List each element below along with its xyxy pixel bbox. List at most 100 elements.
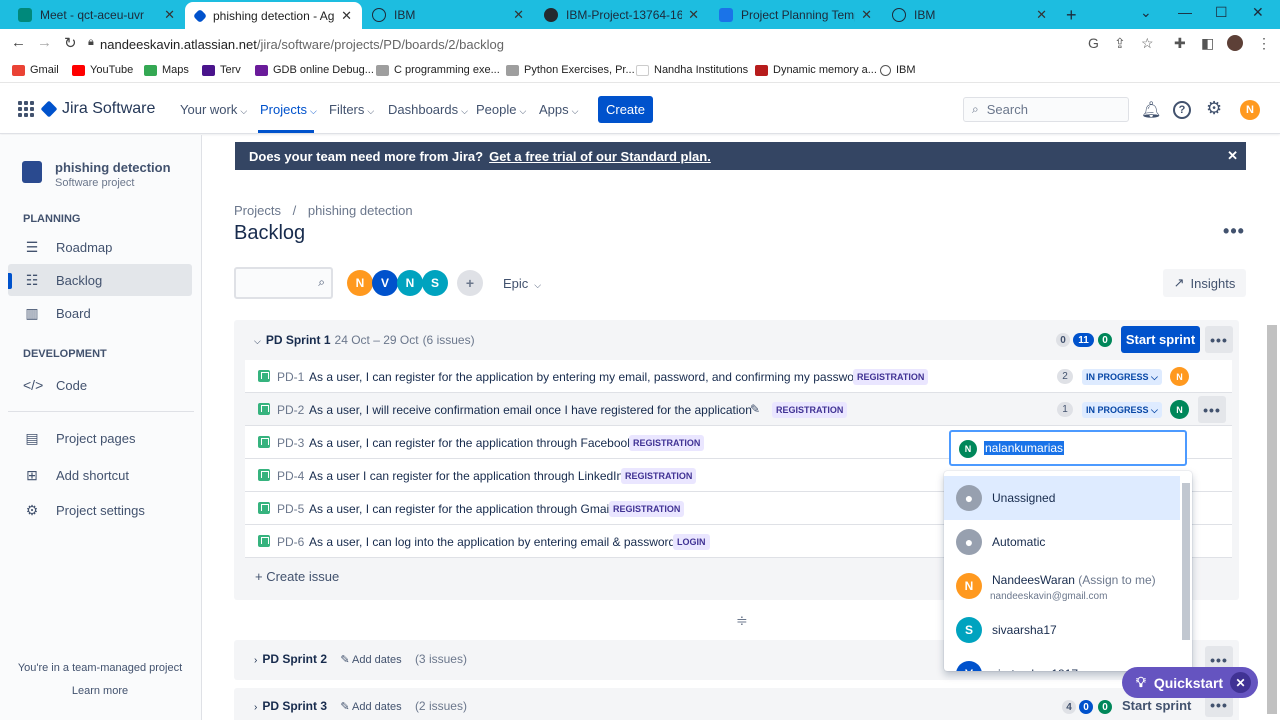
epic-lozenge[interactable]: REGISTRATION [772, 402, 848, 418]
sidebar-item-code[interactable]: </> Code [8, 369, 192, 401]
sidepanel-icon[interactable]: ◧ [1201, 35, 1214, 52]
epic-lozenge[interactable]: REGISTRATION [621, 468, 697, 484]
browser-tab-meet[interactable]: Meet - qct-aceu-uvr ✕ [8, 0, 185, 29]
start-sprint-button[interactable]: Start sprint [1121, 326, 1200, 353]
close-window-icon[interactable]: ✕ [1252, 4, 1264, 21]
profile-avatar[interactable] [1227, 35, 1243, 51]
tab-close-icon[interactable]: ✕ [688, 7, 699, 23]
sprint-1-header[interactable]: ⌵ PD Sprint 1 24 Oct – 29 Oct (6 issues) [254, 333, 475, 347]
sidebar-item-roadmap[interactable]: ☰ Roadmap [8, 231, 192, 263]
epic-filter[interactable]: Epic ⌵ [503, 276, 541, 291]
tab-close-icon[interactable]: ✕ [341, 8, 352, 24]
add-dates-link[interactable]: ✎ Add dates [340, 701, 401, 713]
filter-avatar-s[interactable]: S [422, 270, 448, 296]
help-icon[interactable]: ? [1173, 101, 1191, 119]
settings-gear-icon[interactable]: ⚙ [1206, 98, 1222, 119]
nav-dashboards[interactable]: Dashboards ⌵ [388, 102, 468, 117]
bookmark-star-icon[interactable]: ☆ [1141, 35, 1154, 52]
bookmark-c-programming[interactable]: C programming exe... [376, 64, 500, 76]
bookmark-dynamic-memory[interactable]: Dynamic memory a... [755, 64, 877, 76]
sidebar-item-project-pages[interactable]: ▤ Project pages [8, 422, 192, 454]
free-trial-link[interactable]: Get a free trial of our Standard plan. [489, 149, 711, 164]
minimize-icon[interactable]: — [1178, 4, 1192, 20]
share-icon[interactable]: ⇪ [1114, 35, 1126, 52]
new-tab-icon[interactable]: + [1066, 5, 1077, 26]
browser-tab-github[interactable]: IBM-Project-13764-165952 ✕ [534, 0, 709, 29]
lock-icon[interactable]: 🔒︎ [88, 36, 94, 49]
tab-close-icon[interactable]: ✕ [513, 7, 524, 23]
filter-avatar-v[interactable]: V [372, 270, 398, 296]
browser-tab-ibm[interactable]: IBM ✕ [362, 0, 534, 29]
search-input[interactable]: ⌕ Search [963, 97, 1129, 122]
epic-lozenge[interactable]: REGISTRATION [609, 501, 685, 517]
filter-avatar-n2[interactable]: N [397, 270, 423, 296]
option-sivaarsha17[interactable]: S sivaarsha17 [944, 608, 1180, 652]
nav-your-work[interactable]: Your work ⌵ [180, 102, 247, 117]
status-dropdown[interactable]: IN PROGRESS ⌵ [1082, 369, 1162, 385]
app-switcher-icon[interactable] [18, 101, 34, 117]
sprint-more-icon[interactable]: ••• [1205, 326, 1233, 353]
bookmark-nandha[interactable]: Nandha Institutions [636, 64, 748, 76]
create-issue-button[interactable]: + Create issue [255, 569, 339, 584]
assignee-search-input[interactable]: N nalankumarias [949, 430, 1187, 466]
bookmark-terv[interactable]: Terv [202, 64, 241, 76]
resize-handle-icon[interactable]: ≑ [736, 612, 748, 629]
tab-close-icon[interactable]: ✕ [861, 7, 872, 23]
close-quickstart-icon[interactable]: ✕ [1230, 672, 1251, 693]
browser-tab-ibm-2[interactable]: IBM ✕ [882, 0, 1057, 29]
sidebar-item-backlog[interactable]: ☷ Backlog [8, 264, 192, 296]
sidebar-item-project-settings[interactable]: ⚙ Project settings [8, 494, 192, 526]
page-scrollbar[interactable] [1267, 325, 1277, 714]
option-nandeeswaran[interactable]: N NandeesWaran (Assign to me) nandeeskav… [944, 564, 1180, 608]
back-icon[interactable]: ← [11, 34, 26, 51]
filter-avatar-n[interactable]: N [347, 270, 373, 296]
breadcrumb-projects[interactable]: Projects [234, 203, 281, 218]
estimate-badge[interactable]: 1 [1057, 402, 1073, 417]
bookmark-ibm[interactable]: IBM [880, 64, 916, 76]
add-dates-link[interactable]: ✎ Add dates [340, 654, 401, 666]
chrome-menu-icon[interactable]: ⋮ [1257, 35, 1271, 52]
tab-search-icon[interactable]: ⌄ [1140, 4, 1152, 21]
nav-people[interactable]: People ⌵ [476, 102, 526, 117]
breadcrumb-project[interactable]: phishing detection [308, 203, 413, 218]
bookmark-gdb[interactable]: GDB online Debug... [255, 64, 374, 76]
start-sprint-button[interactable]: Start sprint [1122, 698, 1191, 713]
bookmark-python[interactable]: Python Exercises, Pr... [506, 64, 635, 76]
backlog-search-input[interactable]: ⌕ [234, 267, 333, 299]
bookmark-youtube[interactable]: YouTube [72, 64, 133, 76]
epic-lozenge[interactable]: REGISTRATION [629, 435, 705, 451]
close-banner-icon[interactable]: ✕ [1227, 148, 1238, 164]
sidebar-item-board[interactable]: ▥ Board [8, 297, 192, 329]
status-dropdown[interactable]: IN PROGRESS ⌵ [1082, 402, 1162, 418]
project-avatar[interactable] [22, 161, 42, 183]
maximize-icon[interactable]: ☐ [1215, 4, 1228, 21]
sidebar-item-add-shortcut[interactable]: ⊞ Add shortcut [8, 459, 192, 491]
forward-icon[interactable]: → [37, 34, 52, 51]
more-actions-icon[interactable]: ••• [1220, 221, 1248, 245]
nav-filters[interactable]: Filters ⌵ [329, 102, 374, 117]
insights-button[interactable]: ↗ Insights [1163, 269, 1246, 297]
nav-projects[interactable]: Projects ⌵ [260, 102, 317, 117]
notifications-icon[interactable]: 🔔︎ [1141, 100, 1161, 120]
estimate-badge[interactable]: 2 [1057, 369, 1073, 384]
bookmark-maps[interactable]: Maps [144, 64, 189, 76]
issue-more-icon[interactable]: ••• [1198, 396, 1226, 423]
nav-apps[interactable]: Apps ⌵ [539, 102, 578, 117]
quickstart-button[interactable]: 💡︎ Quickstart ✕ [1122, 667, 1258, 698]
table-row[interactable]: PD-1 As a user, I can register for the a… [245, 360, 1232, 393]
create-button[interactable]: Create [598, 96, 653, 123]
bookmark-gmail[interactable]: Gmail [12, 64, 59, 76]
tab-close-icon[interactable]: ✕ [1036, 7, 1047, 23]
edit-pencil-icon[interactable]: ✎ [750, 402, 760, 416]
epic-lozenge[interactable]: LOGIN [673, 534, 710, 550]
browser-tab-planning[interactable]: Project Planning Template ✕ [709, 0, 882, 29]
extensions-icon[interactable]: ✚ [1174, 35, 1186, 52]
table-row[interactable]: PD-2 As a user, I will receive confirmat… [245, 393, 1232, 426]
reload-icon[interactable]: ↻ [64, 34, 77, 52]
epic-lozenge[interactable]: REGISTRATION [853, 369, 929, 385]
google-icon[interactable]: G [1088, 35, 1099, 51]
assignee-avatar[interactable]: N [1170, 400, 1189, 419]
assignee-avatar[interactable]: N [1170, 367, 1189, 386]
project-name[interactable]: phishing detection [55, 160, 171, 175]
add-people-icon[interactable]: + [457, 270, 483, 296]
